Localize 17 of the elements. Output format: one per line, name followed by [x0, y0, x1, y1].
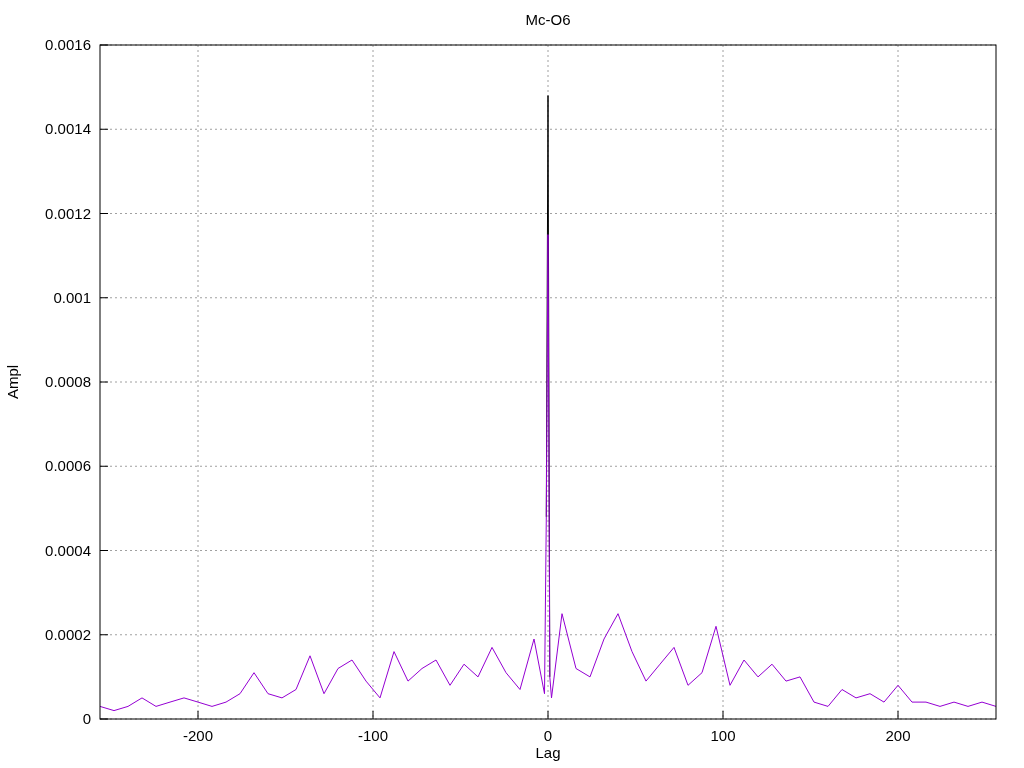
x-axis-label: Lag	[535, 744, 561, 761]
axis-tick-label: 0	[82, 710, 91, 727]
y-axis-label: Ampl	[4, 364, 21, 400]
axis-tick-label: 0.0006	[45, 457, 91, 475]
axis-tick-label: 0.0004	[45, 541, 91, 559]
axis-tick-label: 0	[543, 727, 553, 744]
chart-title: Mc-O6	[525, 11, 571, 28]
axis-tick-label: 0.0002	[45, 625, 91, 643]
axis-tick-label: -200	[183, 727, 213, 744]
axis-tick-label: 0.0008	[45, 373, 91, 390]
axis-tick-label: 0.0014	[45, 120, 91, 138]
axis-tick-label: 200	[885, 727, 911, 744]
axis-tick-label: 0.001	[53, 288, 91, 306]
axis-tick-label: -100	[358, 727, 388, 744]
axis-tick-label: 100	[710, 727, 736, 744]
axis-tick-label: 0.0012	[45, 204, 91, 222]
axis-tick-label: 0.0016	[45, 36, 91, 53]
